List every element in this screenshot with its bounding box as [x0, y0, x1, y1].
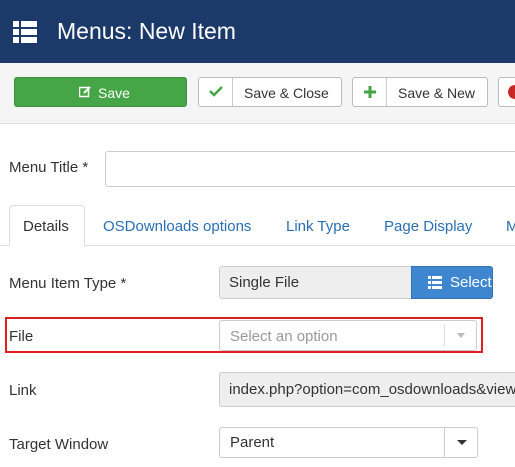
cancel-button[interactable] [498, 77, 515, 107]
plus-icon [364, 86, 376, 98]
target-select-divider [444, 428, 445, 457]
target-window-select[interactable]: Parent [219, 427, 478, 458]
menu-title-input[interactable] [105, 151, 515, 187]
save-button[interactable]: Save [14, 77, 187, 107]
save-label: Save [98, 85, 130, 101]
save-new-label: Save & New [398, 85, 476, 101]
save-close-icon-area [199, 78, 233, 106]
file-select[interactable]: Select an option [219, 320, 477, 351]
toolbar: Save Save & Close Save & New [0, 63, 515, 124]
tab-details-label: Details [23, 218, 69, 235]
menu-item-type-label: Menu Item Type * [9, 275, 127, 292]
menu-item-type-field: Single File [219, 266, 412, 299]
save-close-label: Save & Close [244, 85, 329, 101]
tab-page-display[interactable]: Page Display [384, 218, 472, 235]
app-header: Menus: New Item [0, 0, 515, 63]
link-label: Link [9, 382, 37, 399]
file-placeholder: Select an option [230, 328, 338, 345]
check-icon [209, 86, 223, 97]
edit-icon [79, 86, 91, 98]
page-title: Menus: New Item [57, 18, 236, 44]
file-label: File [9, 328, 34, 345]
save-new-button[interactable]: Save & New [352, 77, 488, 107]
select-type-button[interactable]: Select [411, 266, 493, 299]
tab-more[interactable]: M [506, 218, 515, 235]
chevron-down-icon [457, 333, 465, 338]
menu-title-label: Menu Title * [9, 159, 89, 176]
cancel-icon [508, 85, 515, 99]
tab-bar: Details OSDownloads options Link Type Pa… [0, 205, 515, 246]
target-window-label: Target Window [9, 436, 109, 453]
save-close-button[interactable]: Save & Close [198, 77, 342, 107]
link-value: index.php?option=com_osdownloads&view=it… [229, 381, 515, 398]
target-window-value: Parent [230, 434, 275, 451]
menu-item-type-value: Single File [229, 274, 300, 291]
save-new-icon-area [353, 78, 387, 106]
file-select-divider [444, 325, 445, 346]
chevron-down-icon [457, 440, 467, 445]
list-icon[interactable] [13, 21, 37, 43]
select-button-label: Select [450, 274, 492, 291]
tab-osdownloads-options[interactable]: OSDownloads options [103, 218, 251, 235]
list-icon [428, 276, 442, 289]
link-field: index.php?option=com_osdownloads&view=it… [219, 372, 515, 407]
tab-link-type[interactable]: Link Type [286, 218, 350, 235]
tab-details[interactable]: Details [9, 205, 85, 246]
